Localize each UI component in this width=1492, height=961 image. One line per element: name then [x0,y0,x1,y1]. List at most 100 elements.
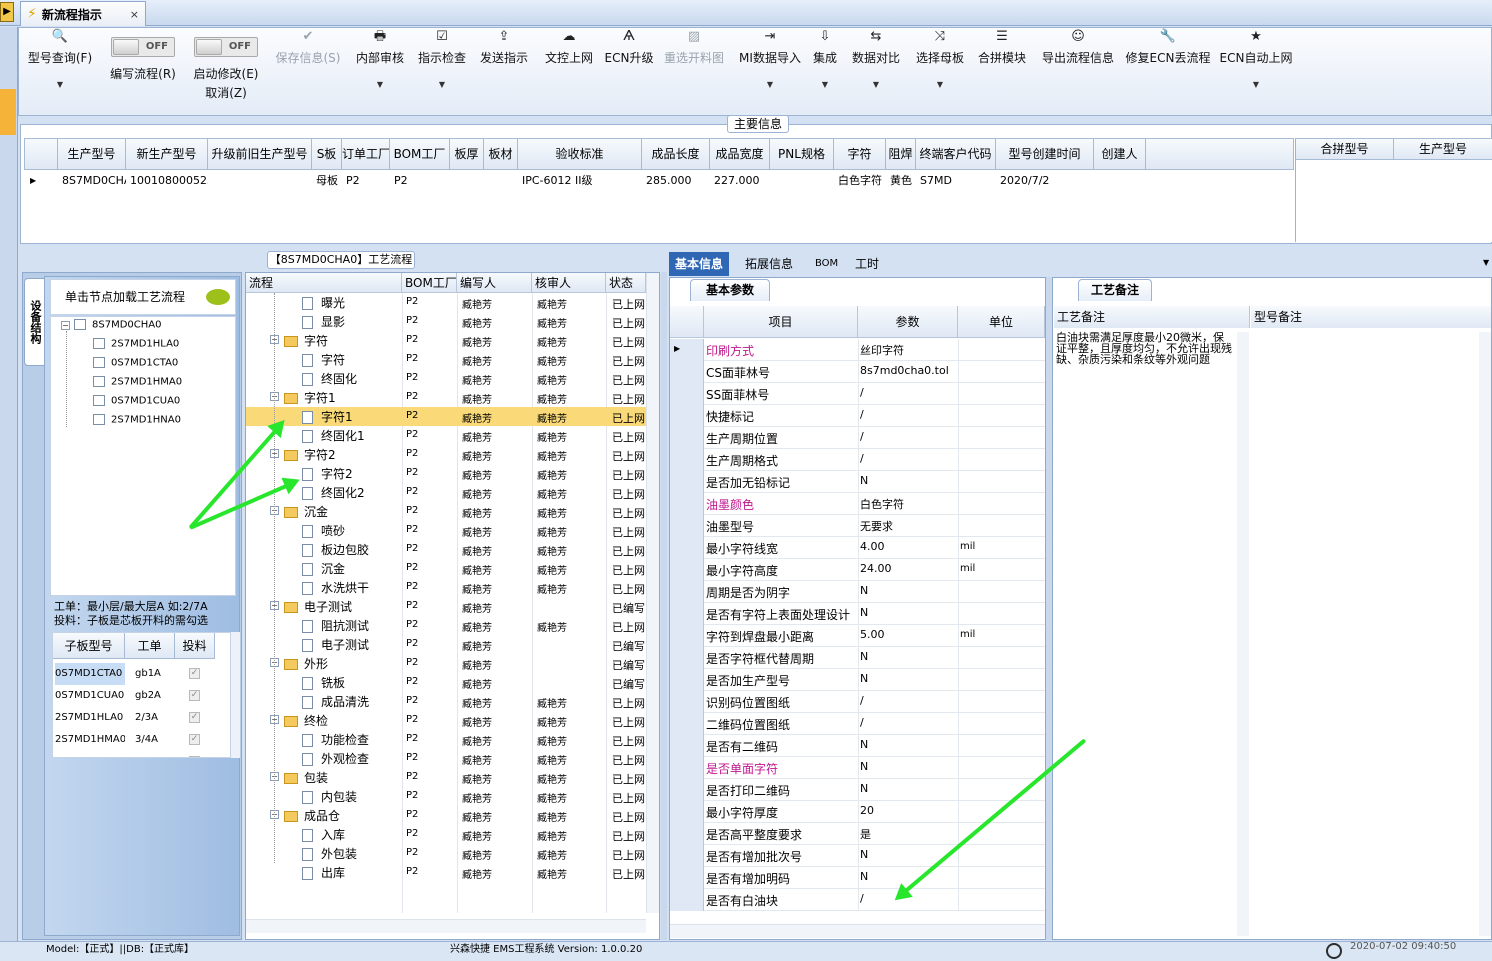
param-value[interactable]: N [860,650,868,663]
cell-4[interactable]: P2 [342,171,390,191]
process-row[interactable]: 铣板 P2 臧艳芳 已编写 [246,673,646,692]
param-value[interactable]: 4.00 [860,540,885,553]
param-value[interactable]: N [860,738,868,751]
sub-model[interactable]: 0S7MD1CTA0 [55,663,125,685]
proc-col-2[interactable]: 编写人 [457,273,532,293]
edit-button[interactable]: OFF 编写流程(R) [104,29,182,109]
process-row[interactable]: 终固化 P2 臧艳芳 臧艳芳 已上网 [246,369,646,388]
param-row[interactable]: ▶ 印刷方式 丝印字符 [670,339,1045,361]
tab-3[interactable]: 工时 [849,252,885,276]
chevron-down-icon[interactable]: ▼ [1218,80,1294,89]
cell-14[interactable]: S7MD [916,171,996,191]
process-row[interactable]: − 字符 P2 臧艳芳 臧艳芳 已上网 [246,331,646,350]
doc-button[interactable]: ☁ 文控上网 [540,29,598,109]
param-row[interactable]: 是否字符框代替周期 N [670,647,1045,669]
param-value[interactable]: N [860,782,868,795]
param-row[interactable]: 是否有增加批次号 N [670,845,1045,867]
cell-8[interactable]: IPC-6012 II级 [518,171,642,191]
param-value[interactable]: / [860,716,864,729]
param-row[interactable]: 二维码位置图纸 / [670,713,1045,735]
cell-5[interactable]: P2 [390,171,450,191]
process-row[interactable]: 沉金 P2 臧艳芳 臧艳芳 已上网 [246,559,646,578]
remark-scrollbar[interactable] [1237,332,1249,936]
param-value[interactable]: N [860,848,868,861]
tab-overflow-icon[interactable]: ▼ [1483,258,1489,267]
merge-col-prod-model[interactable]: 生产型号 [1394,138,1492,160]
param-value[interactable]: / [860,452,864,465]
col-5[interactable]: BOM工厂 [390,138,450,170]
cell-1[interactable]: 10010800052355 [126,171,208,191]
col-10[interactable]: 成品宽度 [710,138,770,170]
chevron-down-icon[interactable]: ▼ [24,80,96,89]
col-2[interactable]: 升级前旧生产型号 [208,138,312,170]
merge-col-model[interactable]: 合拼型号 [1296,138,1394,160]
cell-10[interactable]: 227.000 [710,171,770,191]
cell-7[interactable] [484,171,518,191]
cell-0[interactable]: 8S7MD0CHA0 [58,171,126,191]
mi-button[interactable]: ⇥ MI数据导入 ▼ [734,29,806,109]
checkbox[interactable] [93,395,105,406]
proc-vscroll[interactable] [646,273,659,913]
proc-col-0[interactable]: 流程 [246,273,402,293]
col-13[interactable]: 阻焊 [886,138,916,170]
param-value[interactable]: 20 [860,804,874,817]
sub-model[interactable]: 2S7MD1HLA0 [55,707,125,729]
process-row[interactable]: 电子测试 P2 臧艳芳 已编写 [246,635,646,654]
feed-checkbox[interactable]: ✓ [189,734,200,745]
col-14[interactable]: 终端客户代码 [916,138,996,170]
param-row[interactable]: 是否单面字符 N [670,757,1045,779]
param-value[interactable]: 丝印字符 [860,342,904,358]
basic-params-tab[interactable]: 基本参数 [690,279,770,301]
merge-button[interactable]: ☰ 合拼模块 [974,29,1030,109]
process-row[interactable]: − 电子测试 P2 臧艳芳 已编写 [246,597,646,616]
auto-button[interactable]: ★ ECN自动上网 ▼ [1218,29,1294,109]
param-value[interactable]: N [860,672,868,685]
process-row[interactable]: 功能检查 P2 臧艳芳 臧艳芳 已上网 [246,730,646,749]
fix-button[interactable]: 🔧 修复ECN丢流程 [1124,29,1212,109]
param-value[interactable]: / [860,386,864,399]
process-row[interactable]: 终固化2 P2 臧艳芳 臧艳芳 已上网 [246,483,646,502]
process-row[interactable]: 曝光 P2 臧艳芳 臧艳芳 已上网 [246,293,646,312]
sub-col-2[interactable]: 投料 [175,633,215,659]
process-row[interactable]: − 外形 P2 臧艳芳 已编写 [246,654,646,673]
cell-2[interactable] [208,171,312,191]
param-row[interactable]: 是否加生产型号 N [670,669,1045,691]
param-row[interactable]: 最小字符高度 24.00 mil [670,559,1045,581]
process-row[interactable]: 显影 P2 臧艳芳 臧艳芳 已上网 [246,312,646,331]
tab-1[interactable]: 拓展信息 [739,252,799,276]
app-menu-icon[interactable]: ▶ [0,2,14,22]
param-value[interactable]: N [860,606,868,619]
param-col-0[interactable]: 项目 [704,306,858,338]
col-16[interactable]: 创建人 [1094,138,1146,170]
device-structure-tab[interactable]: 设备结构 [24,278,44,366]
col-4[interactable]: 订单工厂 [342,138,390,170]
enable-button[interactable]: OFF 启动修改(E) 取消(Z) [186,29,266,109]
tree-root[interactable]: − 8S7MD0CHA0 [61,319,161,331]
process-row[interactable]: − 包装 P2 臧艳芳 臧艳芳 已上网 [246,768,646,787]
process-row[interactable]: 阻抗测试 P2 臧艳芳 臧艳芳 已上网 [246,616,646,635]
sub-order[interactable] [135,751,175,757]
process-row[interactable]: 外包装 P2 臧艳芳 臧艳芳 已上网 [246,844,646,863]
model-remark-scrollbar[interactable] [1479,332,1491,936]
col-11[interactable]: PNL规格 [770,138,834,170]
param-value[interactable]: 24.00 [860,562,892,575]
checkbox[interactable] [93,357,105,368]
feed-checkbox[interactable] [189,756,200,757]
col-0[interactable]: 生产型号 [58,138,126,170]
checkbox[interactable] [93,414,105,425]
param-row[interactable]: 是否有白油块 / [670,889,1045,911]
param-value[interactable]: 白色字符 [860,496,904,512]
ecn-button[interactable]: Ѧ ECN升级 [602,29,656,109]
checkbox[interactable] [93,338,105,349]
expand-icon[interactable]: − [61,320,70,330]
col-1[interactable]: 新生产型号 [126,138,208,170]
feed-checkbox[interactable]: ✓ [189,712,200,723]
sub-order[interactable]: gb2A [135,685,175,707]
chevron-down-icon[interactable]: ▼ [734,80,806,89]
process-row[interactable]: − 字符1 P2 臧艳芳 臧艳芳 已上网 [246,388,646,407]
param-row[interactable]: 快捷标记 / [670,405,1045,427]
sub-model[interactable]: 0S7MD1CUA0 [55,685,125,707]
enable-toggle[interactable]: OFF [194,37,258,57]
param-col-1[interactable]: 参数 [858,306,958,338]
reselect-button[interactable]: ▨ 重选开料图 [662,29,726,109]
